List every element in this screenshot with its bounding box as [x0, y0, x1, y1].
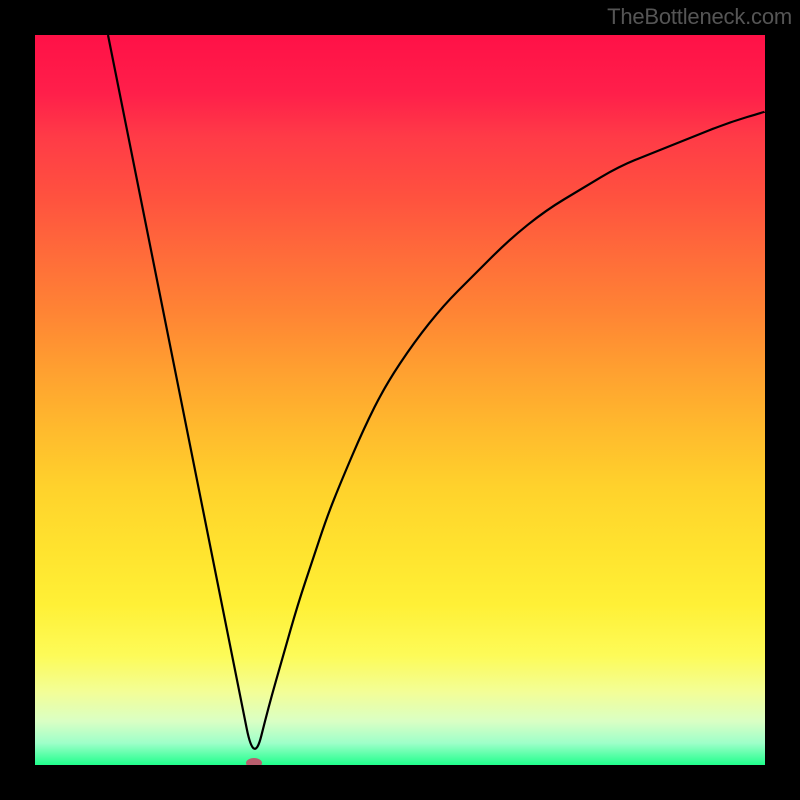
plot-area — [35, 35, 765, 765]
bottleneck-curve — [35, 35, 765, 765]
watermark-label: TheBottleneck.com — [607, 4, 792, 30]
minimum-marker — [246, 758, 262, 765]
chart-container: TheBottleneck.com — [0, 0, 800, 800]
